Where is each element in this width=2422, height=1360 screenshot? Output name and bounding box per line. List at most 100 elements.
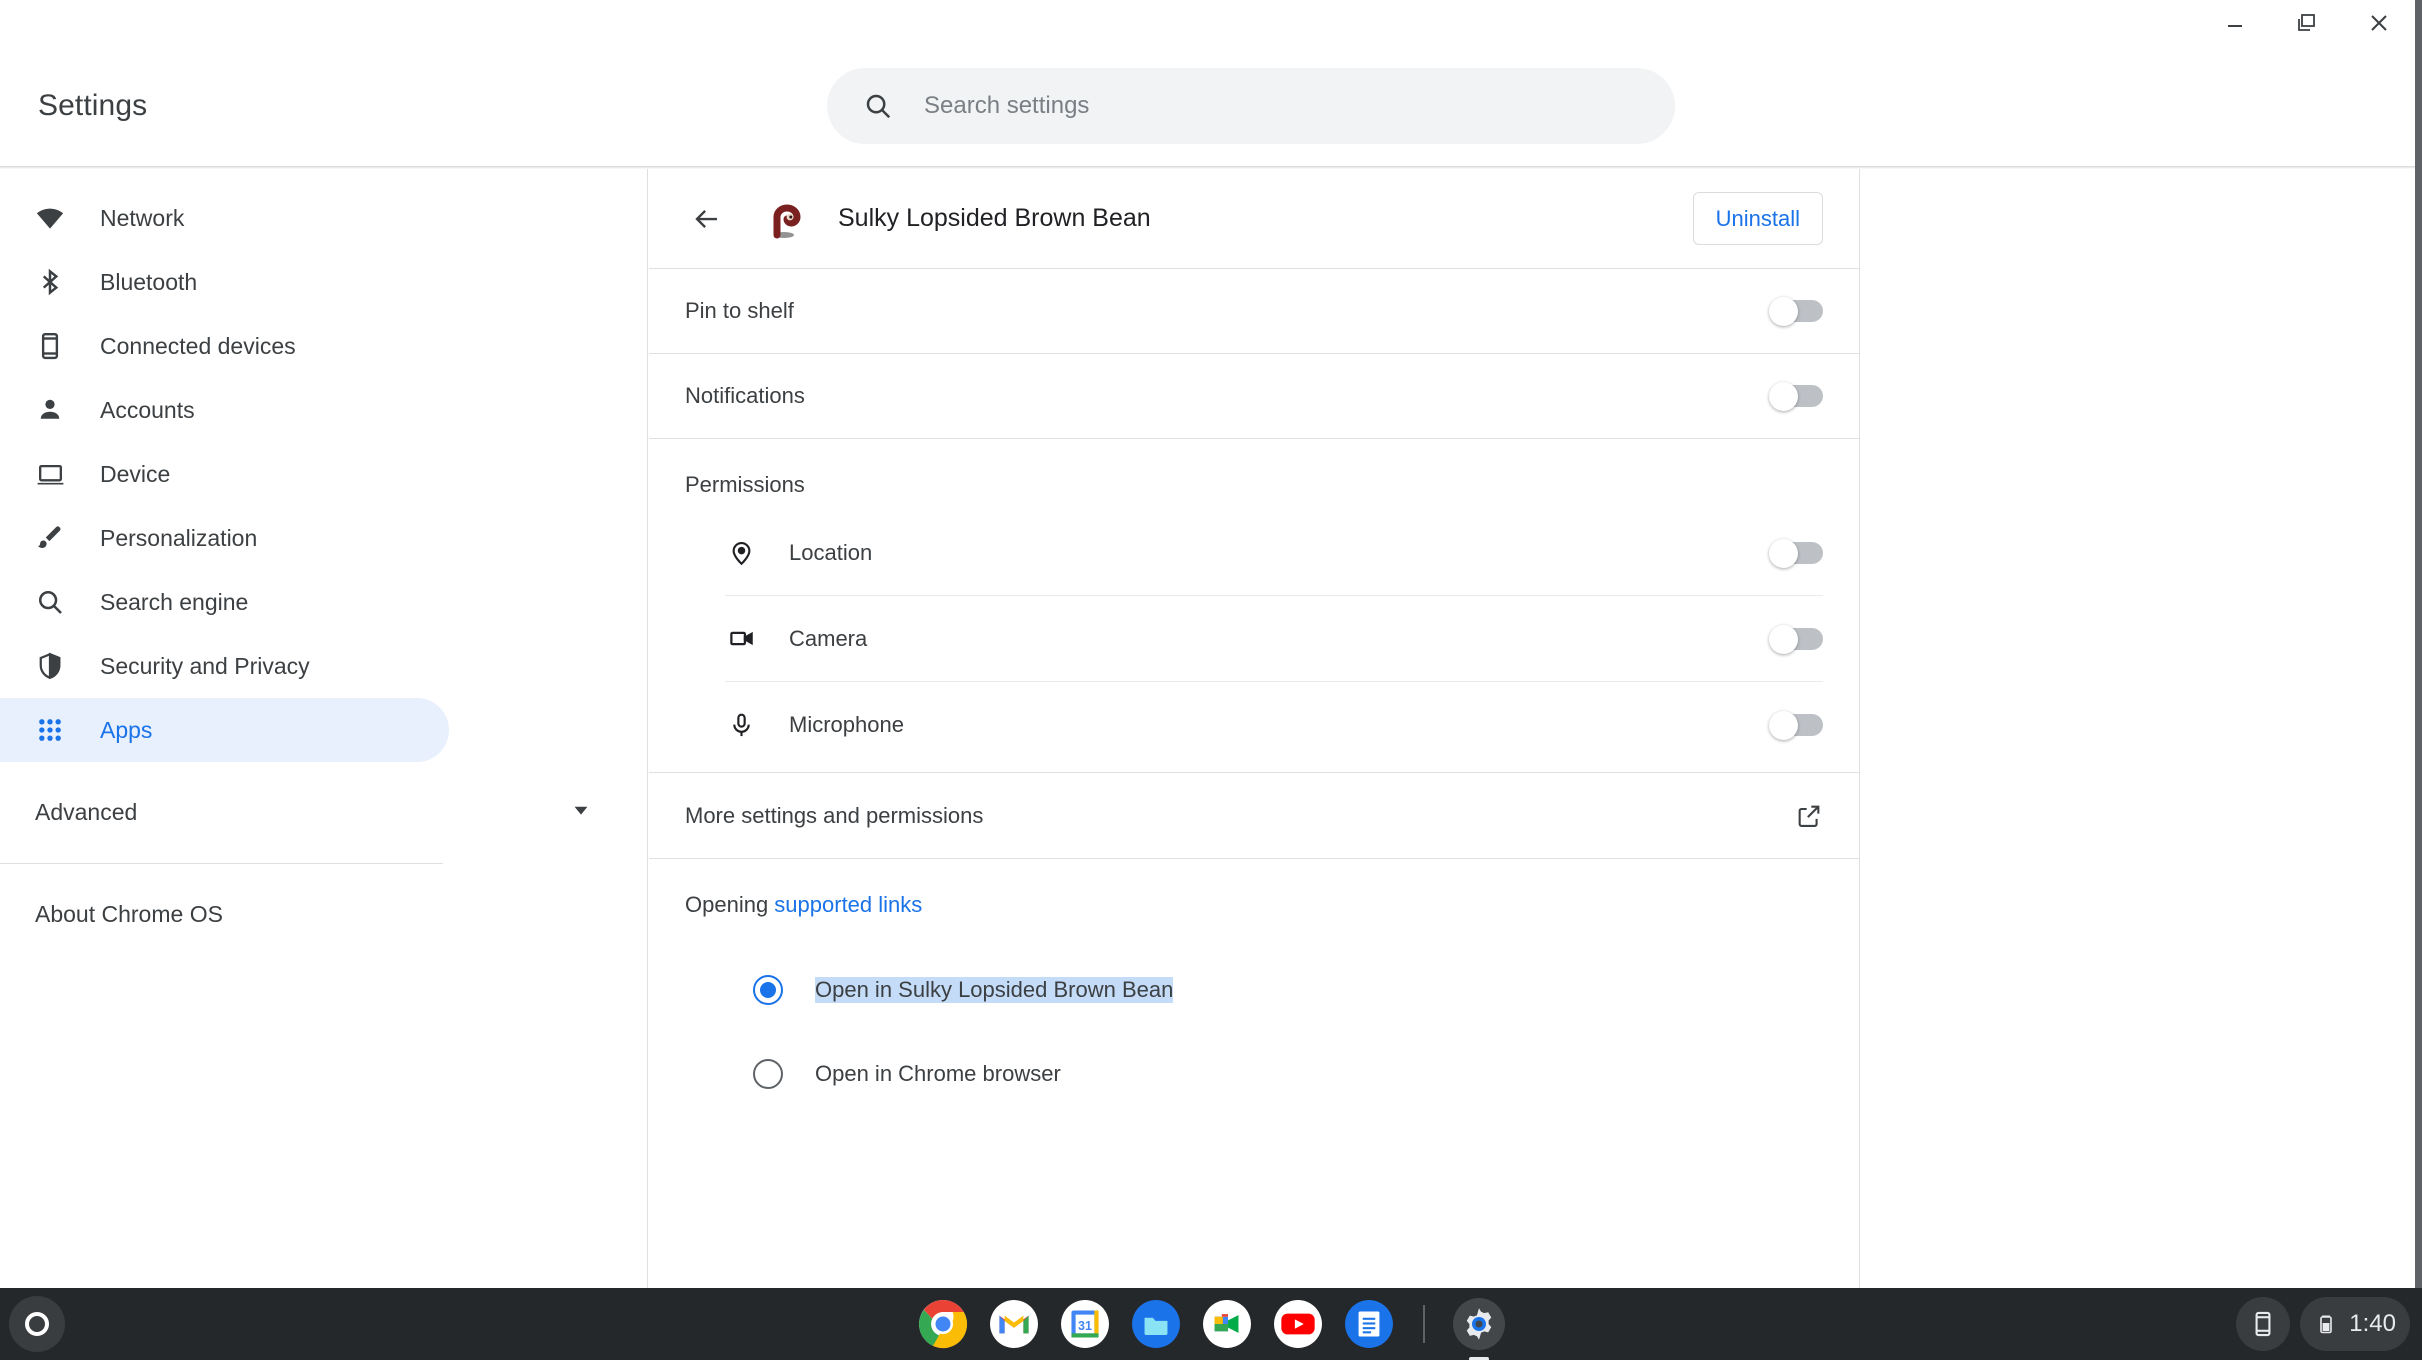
permissions-group: Permissions Location Camera Microphone [649,439,1859,773]
shelf-item-gmail[interactable] [988,1298,1040,1350]
sidebar-item-network[interactable]: Network [0,186,449,250]
shelf-item-calendar[interactable]: 31 [1059,1298,1111,1350]
shelf: 31 1:40 [0,1288,2422,1360]
sidebar-divider [0,863,443,864]
app-icon [763,197,807,241]
notifications-row: Notifications [649,354,1859,439]
sidebar-item-security-and-privacy[interactable]: Security and Privacy [0,634,449,698]
restore-button[interactable] [2271,0,2343,45]
radio-button-selected[interactable] [753,975,783,1005]
permissions-title: Permissions [685,472,805,497]
settings-body: Network Bluetooth Connected devices Acco… [0,169,2415,1288]
gmail-icon [990,1300,1038,1348]
shelf-item-files[interactable] [1130,1298,1182,1350]
supported-links-section: Opening supported links Open in Sulky Lo… [649,859,1859,1116]
toggle-knob [1769,382,1798,411]
window-titlebar [0,0,2415,45]
sidebar-item-search-engine[interactable]: Search engine [0,570,449,634]
content-filler [1861,169,2415,1288]
apps-grid-icon [32,716,68,744]
youtube-icon [1274,1300,1322,1348]
status-tray-button[interactable]: 1:40 [2300,1297,2410,1351]
settings-header: Settings [0,45,2415,167]
toggle-knob [1769,711,1798,740]
more-settings-and-permissions-row[interactable]: More settings and permissions [649,773,1859,859]
permission-row-microphone: Microphone [725,682,1823,768]
sidebar-item-personalization[interactable]: Personalization [0,506,449,570]
phone-hub-button[interactable] [2236,1297,2291,1351]
app-detail-header: Sulky Lopsided Brown Bean Uninstall [649,169,1859,269]
supported-links-title: Opening supported links [685,892,1823,918]
sidebar-item-apps[interactable]: Apps [0,698,449,762]
chevron-down-icon [570,799,592,826]
sidebar-advanced-toggle[interactable]: Advanced [0,780,647,844]
app-title: Sulky Lopsided Brown Bean [838,204,1151,232]
sidebar-item-connected-devices[interactable]: Connected devices [0,314,449,378]
sidebar-item-about-chrome-os[interactable]: About Chrome OS [0,882,647,946]
radio-label: Open in Chrome browser [815,1061,1061,1086]
search-input[interactable] [924,86,1604,126]
search-icon [32,587,68,617]
uninstall-button[interactable]: Uninstall [1692,192,1823,245]
sidebar-item-device[interactable]: Device [0,442,449,506]
shelf-status-area: 1:40 [2236,1297,2410,1351]
sidebar-item-accounts[interactable]: Accounts [0,378,449,442]
pin-to-shelf-toggle[interactable] [1769,297,1823,326]
brush-icon [32,523,68,553]
shelf-item-youtube[interactable] [1272,1298,1324,1350]
page-title: Settings [38,89,148,122]
screen: Settings Search settings Network Bluetoo… [0,0,2422,1360]
chrome-icon [919,1300,968,1349]
shelf-item-docs[interactable] [1343,1298,1395,1350]
camera-icon [725,625,757,652]
radio-row-open-in-app[interactable]: Open in Sulky Lopsided Brown Bean [753,948,1823,1032]
location-toggle[interactable] [1769,538,1823,568]
search-icon [863,91,893,121]
settings-window: Settings Search settings Network Bluetoo… [0,0,2415,1288]
supported-links-link[interactable]: supported links [774,892,922,917]
sidebar-item-label: Search engine [100,588,249,615]
radio-row-open-in-chrome[interactable]: Open in Chrome browser [753,1032,1823,1116]
sidebar-item-label: Connected devices [100,332,296,359]
radio-button-unselected[interactable] [753,1059,783,1089]
permission-label: Location [789,539,873,565]
sidebar-item-label: Bluetooth [100,268,198,295]
sidebar-item-bluetooth[interactable]: Bluetooth [0,250,449,314]
minimize-button[interactable] [2199,0,2271,45]
svg-text:31: 31 [1078,1319,1092,1333]
settings-gear-icon [1466,1308,1492,1340]
sidebar-item-label: Network [100,204,185,231]
sidebar-item-label: Device [100,460,171,487]
wifi-icon [32,203,68,233]
sidebar-about-label: About Chrome OS [35,900,223,927]
close-button[interactable] [2343,0,2415,45]
battery-icon [2320,1315,2333,1334]
sidebar-item-label: Security and Privacy [100,652,310,679]
toggle-knob [1769,297,1798,326]
shelf-item-chrome[interactable] [917,1298,969,1350]
notifications-toggle[interactable] [1769,382,1823,411]
search-box[interactable] [827,68,1675,144]
calendar-icon: 31 [1061,1300,1109,1348]
supported-links-prefix: Opening [685,892,775,917]
bluetooth-icon [32,267,68,297]
app-detail-panel: Sulky Lopsided Brown Bean Uninstall Pin … [649,169,1860,1288]
person-icon [32,395,68,425]
sidebar-item-label: Personalization [100,524,258,551]
pin-to-shelf-row: Pin to shelf [649,269,1859,354]
permission-label: Camera [789,625,868,651]
shield-icon [32,651,68,681]
shelf-item-meet[interactable] [1201,1298,1253,1350]
location-pin-icon [725,539,757,566]
more-settings-label: More settings and permissions [685,802,984,828]
permission-row-location: Location [725,510,1823,596]
clock-label: 1:40 [2349,1310,2396,1337]
launcher-button[interactable] [9,1296,65,1352]
shelf-item-settings[interactable] [1453,1298,1505,1360]
files-icon [1132,1300,1180,1348]
camera-toggle[interactable] [1769,624,1823,654]
back-button[interactable] [685,197,729,241]
phone-hub-icon [2255,1311,2271,1337]
microphone-icon [725,712,757,739]
microphone-toggle[interactable] [1769,711,1823,740]
